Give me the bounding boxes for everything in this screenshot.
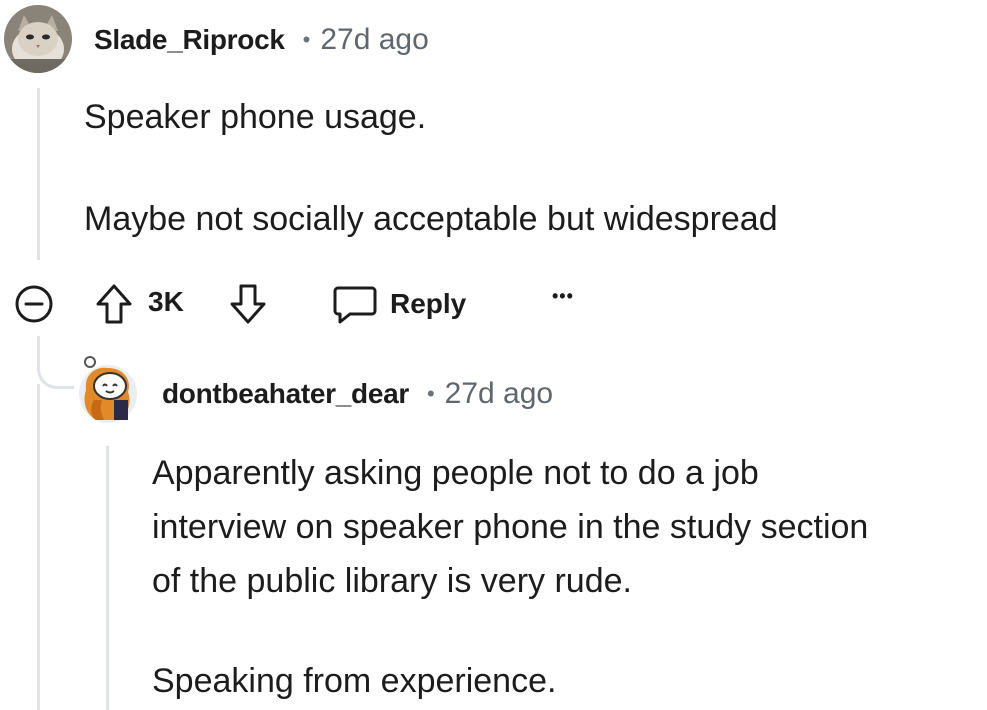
reply-timestamp: 27d ago (444, 377, 554, 410)
cat-avatar-icon (4, 5, 72, 73)
comment-meta: Slade_Riprock • 27d ago (94, 18, 429, 62)
reply-meta: dontbeahater_dear • 27d ago (162, 372, 553, 416)
comment-action-bar: 3K Reply ••• (14, 280, 634, 328)
reply-last-paragraph: Speaking from experience. (152, 662, 557, 700)
avatar-slade-riprock[interactable] (4, 5, 72, 73)
reply-line-1: Apparently asking people not to do a job (152, 454, 759, 492)
comment-author[interactable]: Slade_Riprock (94, 24, 285, 56)
collapse-minus-icon (15, 285, 53, 323)
upvote-arrow-icon (96, 284, 132, 324)
meta-separator: • (302, 27, 311, 52)
reply-button[interactable]: Reply (332, 282, 466, 326)
reply-line-3: of the public library is very rude. (152, 562, 632, 600)
thread-line-parent-continued (37, 384, 40, 710)
upvote-button[interactable] (94, 282, 134, 326)
downvote-arrow-icon (230, 284, 266, 324)
thread-connector (37, 336, 74, 389)
comment-paragraph-2: Maybe not socially acceptable but widesp… (84, 200, 778, 238)
comment-paragraph-1: Speaker phone usage. (84, 98, 427, 136)
thread-line-reply (106, 446, 109, 710)
comment-timestamp: 27d ago (320, 23, 429, 56)
meta-separator: • (426, 381, 435, 406)
reply-label: Reply (390, 288, 467, 319)
more-options-button[interactable]: ••• (552, 286, 574, 307)
collapse-button[interactable] (14, 284, 54, 324)
thread-line-parent (37, 88, 40, 260)
more-options-icon: ••• (552, 286, 574, 306)
speech-bubble-icon (333, 286, 377, 324)
avatar-dontbeahater-dear[interactable] (76, 356, 140, 424)
reply-body: Apparently asking people not to do a job… (152, 446, 868, 708)
snoo-avatar-icon (79, 356, 137, 423)
reply-author[interactable]: dontbeahater_dear (162, 378, 409, 410)
downvote-button[interactable] (228, 282, 268, 326)
comment-body: Speaker phone usage. Maybe not socially … (84, 90, 778, 246)
vote-count: 3K (148, 286, 184, 317)
reply-line-2: interview on speaker phone in the study … (152, 508, 869, 546)
